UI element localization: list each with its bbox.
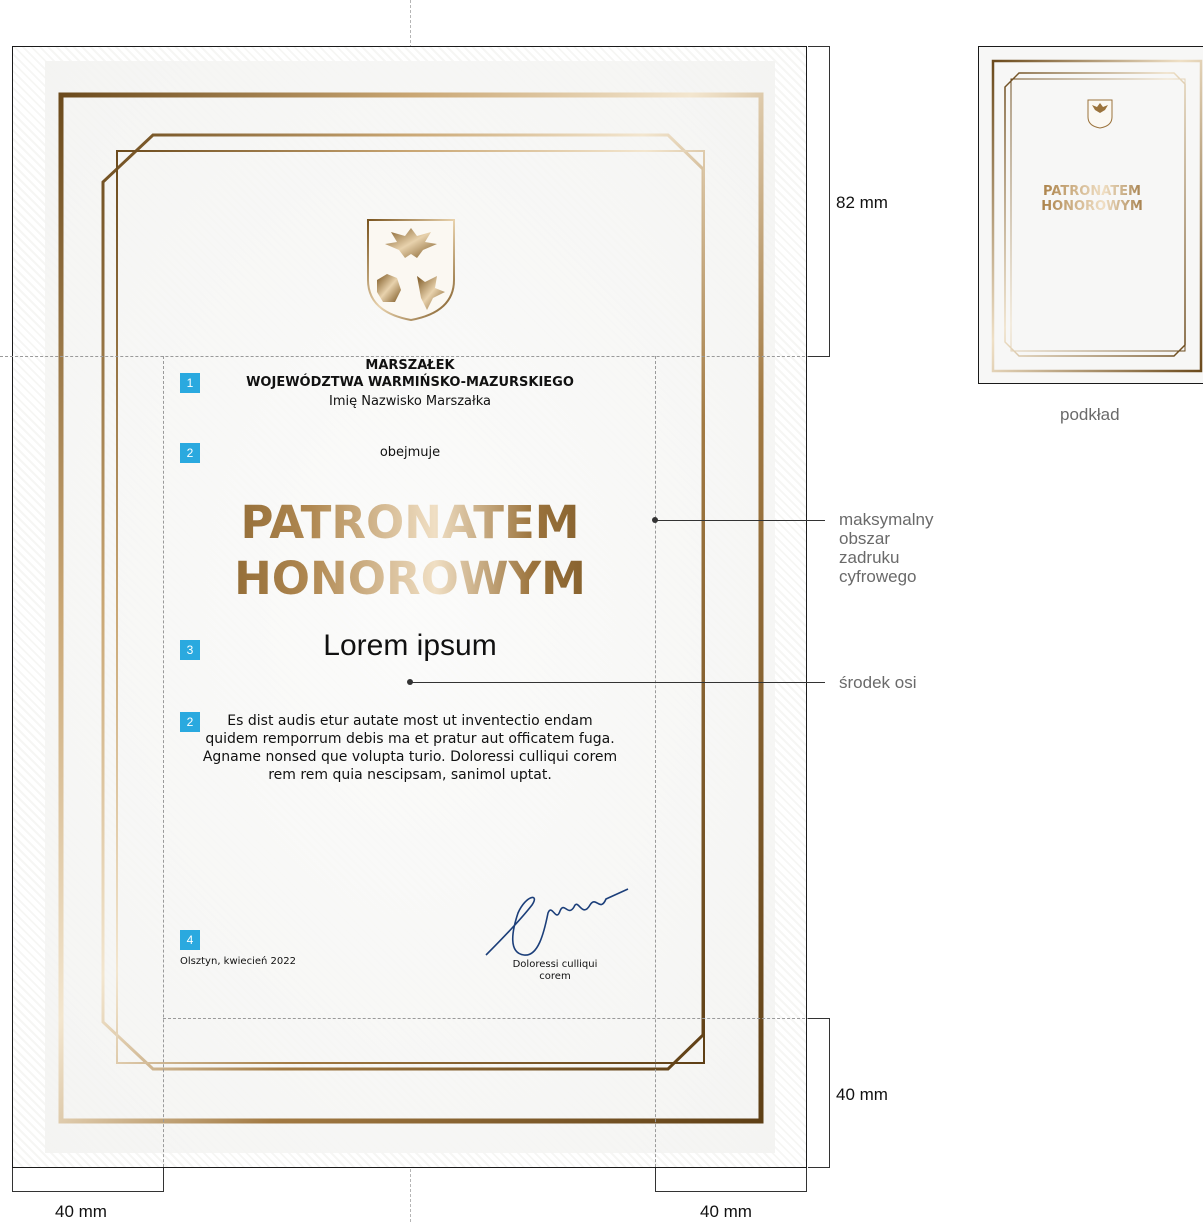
issuer-office: WOJEWÓDZTWA WARMIŃSKO-MAZURSKIEGO <box>246 375 574 390</box>
title-line-2: HONOROWYM <box>163 552 657 606</box>
body-line-3: Agname nonsed que volupta turio. Dolores… <box>202 749 618 765</box>
verb-text: obejmuje <box>379 445 441 460</box>
print-area-leader-dot <box>652 517 658 523</box>
section-badge-4: 4 <box>180 930 200 950</box>
body-line-2: quidem remporrum debis ma et pratur aut … <box>205 731 615 747</box>
print-area-label-2: obszar <box>839 529 891 548</box>
handwritten-signature <box>485 888 629 956</box>
print-area-leader-line <box>655 520 825 521</box>
issuer-title: MARSZAŁEK <box>365 358 455 373</box>
left-margin-bracket <box>12 1168 164 1192</box>
top-margin-label: 82 mm <box>836 193 888 212</box>
axis-leader-dot <box>407 679 413 685</box>
gold-frame <box>58 92 764 1124</box>
bottom-margin-guide <box>163 1018 830 1019</box>
print-area-label-1: maksymalny <box>839 510 934 529</box>
thumbnail-frame <box>991 59 1203 373</box>
body-line-4: rem rem quia nescipsam, sanimol uptat. <box>268 767 552 783</box>
subject-text: Lorem ipsum <box>323 629 497 662</box>
signatory-line-2: corem <box>539 971 571 982</box>
thumbnail-title-line-1: PATRONATEM <box>979 184 1203 199</box>
body-line-1: Es dist audis etur autate most ut invent… <box>227 713 593 729</box>
coat-of-arms-emblem <box>367 219 455 322</box>
axis-leader-line <box>410 682 825 683</box>
place-date: Olsztyn, kwiecień 2022 <box>180 956 296 967</box>
left-margin-label: 40 mm <box>55 1202 107 1221</box>
signatory-line-1: Doloressi culliqui <box>512 959 598 970</box>
bottom-margin-label: 40 mm <box>836 1085 888 1104</box>
title-line-1: PATRONATEM <box>163 496 657 550</box>
print-area-label-3: zadruku <box>839 548 900 567</box>
thumbnail-emblem-icon <box>1087 99 1113 129</box>
issuer-name: Imię Nazwisko Marszałka <box>329 394 491 409</box>
certificate-sheet <box>12 46 807 1168</box>
right-margin-label: 40 mm <box>700 1202 752 1221</box>
axis-center-label: środek osi <box>839 673 917 692</box>
bottom-margin-bracket <box>808 1018 830 1168</box>
top-margin-bracket <box>808 46 830 357</box>
thumbnail-title-line-2: HONOROWYM <box>979 199 1203 214</box>
background-thumbnail: PATRONATEM HONOROWYM <box>978 46 1203 384</box>
background-caption: podkład <box>1060 405 1120 424</box>
right-margin-bracket <box>655 1168 807 1192</box>
print-area-label-4: cyfrowego <box>839 567 917 586</box>
